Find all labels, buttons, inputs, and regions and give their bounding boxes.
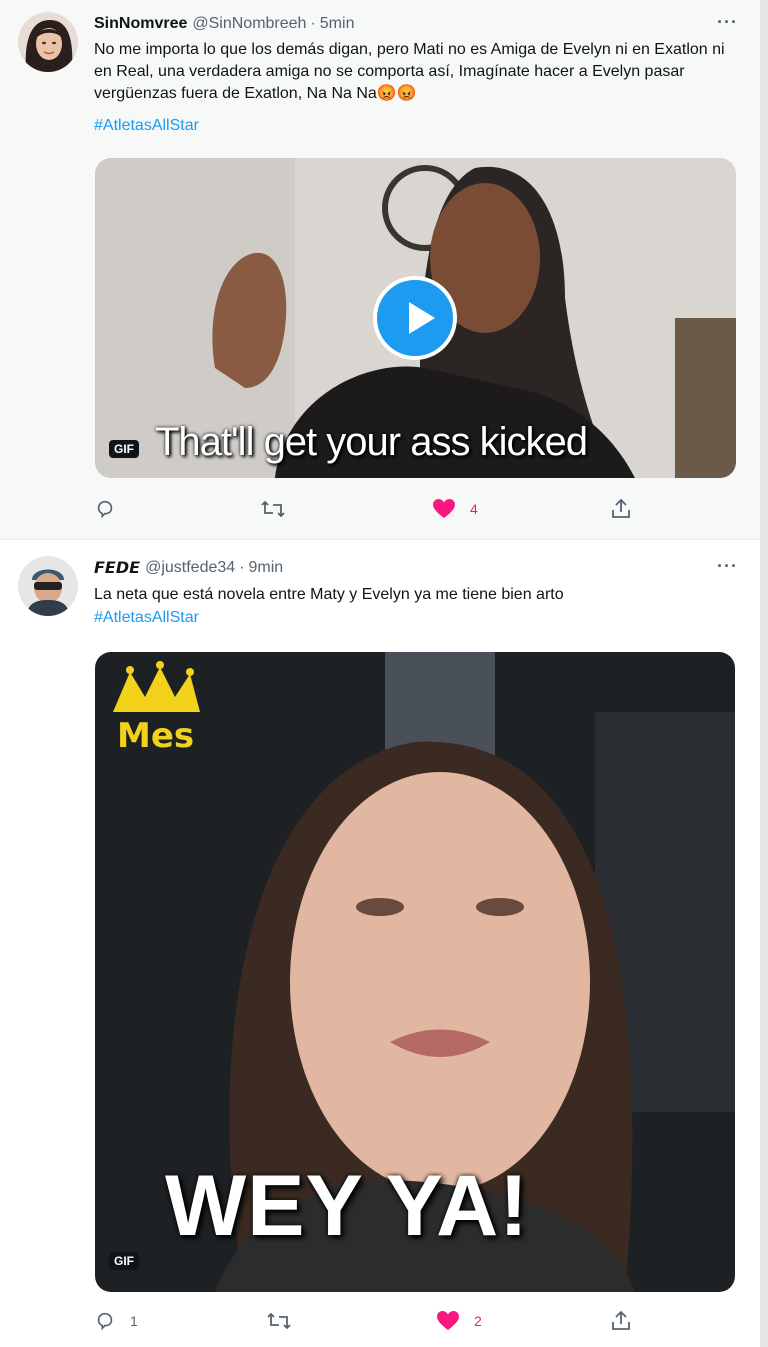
like-button[interactable]: 2 [436, 1310, 482, 1332]
retweet-button[interactable] [266, 1310, 306, 1332]
share-icon [610, 1310, 632, 1332]
tweet-text: No me importa lo que los demás digan, pe… [94, 41, 725, 102]
retweet-button[interactable] [260, 498, 300, 520]
hashtag-link[interactable]: #AtletasAllStar [94, 609, 199, 627]
share-button[interactable] [610, 498, 632, 520]
retweet-icon [260, 498, 286, 520]
separator: · [310, 15, 316, 32]
timestamp[interactable]: 9min [248, 559, 283, 577]
avatar[interactable] [18, 12, 78, 72]
retweet-icon [266, 1310, 292, 1332]
gif-media[interactable]: That'll get your ass kicked GIF [95, 158, 736, 478]
gif-caption: WEY YA! [165, 1158, 529, 1254]
timestamp[interactable]: 5min [320, 15, 355, 33]
like-count: 4 [470, 501, 478, 517]
like-count: 2 [474, 1313, 482, 1329]
share-icon [610, 498, 632, 520]
reply-button[interactable] [94, 498, 130, 520]
gif-badge: GIF [109, 440, 139, 458]
reply-count: 1 [130, 1313, 138, 1329]
tweet-1[interactable]: SinNomvree @SinNombreeh · 5min ··· No me… [0, 0, 760, 538]
play-icon[interactable] [373, 276, 457, 360]
heart-icon [436, 1310, 460, 1332]
reply-button[interactable]: 1 [94, 1310, 138, 1332]
action-bar: 4 [94, 498, 654, 522]
window-edge [760, 0, 768, 1347]
reply-icon [94, 1310, 116, 1332]
gif-caption: That'll get your ass kicked [155, 420, 588, 464]
author-handle[interactable]: @SinNombreeh [192, 15, 306, 33]
gif-media[interactable]: Mes WEY YA! GIF [95, 652, 735, 1292]
hashtag-link[interactable]: #AtletasAllStar [94, 117, 199, 135]
tweet-header: 𝙁𝙀𝘿𝙀 @justfede34 · 9min [94, 556, 283, 580]
avatar[interactable] [18, 556, 78, 616]
reply-icon [94, 498, 116, 520]
tweet-2[interactable]: 𝙁𝙀𝘿𝙀 @justfede34 · 9min ··· La neta que … [0, 540, 760, 1347]
author-name[interactable]: SinNomvree [94, 15, 187, 33]
share-button[interactable] [610, 1310, 632, 1332]
more-icon[interactable]: ··· [717, 12, 738, 33]
like-button[interactable]: 4 [432, 498, 478, 520]
tweet-header: SinNomvree @SinNombreeh · 5min [94, 12, 354, 36]
gif-badge: GIF [109, 1252, 139, 1270]
tweet-text: La neta que está novela entre Maty y Eve… [94, 586, 564, 603]
action-bar: 1 2 [94, 1310, 654, 1334]
logo-text: Mes [117, 716, 194, 756]
author-handle[interactable]: @justfede34 [145, 559, 235, 577]
author-name[interactable]: 𝙁𝙀𝘿𝙀 [94, 558, 140, 578]
more-icon[interactable]: ··· [717, 556, 738, 577]
separator: · [239, 559, 245, 576]
heart-icon [432, 498, 456, 520]
